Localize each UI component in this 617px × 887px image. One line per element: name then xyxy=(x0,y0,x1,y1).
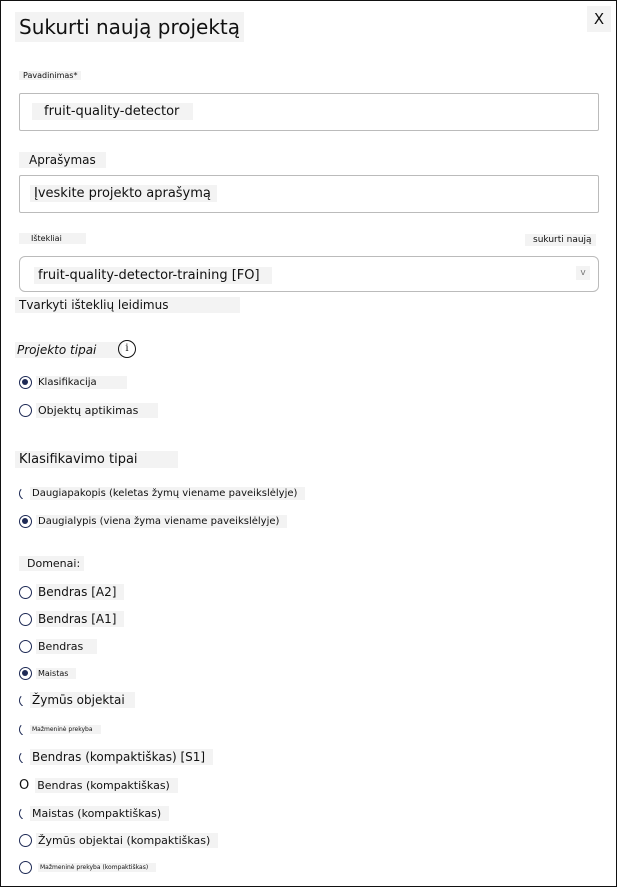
radio-label: Maistas (kompaktiškas) xyxy=(30,805,170,821)
radio-label: Bendras [A1] xyxy=(36,611,125,627)
info-icon[interactable]: i xyxy=(118,340,136,358)
resources-selected-value: fruit-quality-detector-training [FO] xyxy=(34,267,272,284)
radio-label: Mažmeninė prekyba xyxy=(30,724,101,734)
description-label: Aprašymas xyxy=(19,152,106,168)
radio-domain-general-a2[interactable]: Bendras [A2] xyxy=(19,583,125,601)
resources-label: Ištekliai xyxy=(19,233,86,244)
radio-label: Bendras [A2] xyxy=(36,584,125,600)
create-new-resource-link[interactable]: sukurti naują xyxy=(525,234,596,246)
radio-domain-general-compact[interactable]: O Bendras (kompaktiškas) xyxy=(19,776,178,794)
description-placeholder: Įveskite projekto aprašymą xyxy=(30,185,217,202)
radio-button[interactable] xyxy=(19,375,32,389)
manage-resource-permissions-link[interactable]: Tvarkyti išteklių leidimus xyxy=(15,297,241,313)
radio-classification-multiclass[interactable]: Daugialypis (viena žyma viename paveiksl… xyxy=(19,512,288,530)
radio-project-type-object-detection[interactable]: Objektų aptikimas xyxy=(19,401,159,419)
radio-button[interactable] xyxy=(19,750,26,764)
radio-button[interactable] xyxy=(19,585,32,599)
radio-domain-food-compact[interactable]: Maistas (kompaktiškas) xyxy=(19,804,170,822)
radio-button[interactable] xyxy=(19,486,26,500)
radio-label: Mažmeninė prekyba (kompaktiškas) xyxy=(38,862,157,872)
name-input[interactable]: fruit-quality-detector xyxy=(19,93,599,131)
radio-domain-landmarks-compact[interactable]: Žymūs objektai (kompaktiškas) xyxy=(19,831,219,849)
radio-label: Daugialypis (viena žyma viename paveiksl… xyxy=(36,514,288,528)
radio-label: Žymūs objektai (kompaktiškas) xyxy=(36,832,219,848)
radio-label: Žymūs objektai xyxy=(30,692,135,708)
project-types-label: Projekto tipai xyxy=(15,342,123,358)
radio-domain-food[interactable]: Maistas xyxy=(19,664,77,682)
domains-label: Domenai: xyxy=(19,556,85,571)
radio-classification-multilabel[interactable]: Daugiapakopis (keletas žymų viename pave… xyxy=(19,484,306,502)
radio-button[interactable] xyxy=(19,860,32,874)
radio-label: Maistas xyxy=(36,667,77,679)
close-icon[interactable]: X xyxy=(587,6,611,32)
radio-project-type-classification[interactable]: Klasifikacija xyxy=(19,373,127,391)
radio-button[interactable] xyxy=(19,806,26,820)
radio-button[interactable] xyxy=(19,833,32,847)
radio-domain-retail-compact[interactable]: Mažmeninė prekyba (kompaktiškas) xyxy=(19,858,157,876)
radio-domain-retail[interactable]: Mažmeninė prekyba xyxy=(19,720,101,738)
radio-button[interactable] xyxy=(19,722,26,736)
radio-button[interactable] xyxy=(19,612,32,626)
radio-domain-general-a1[interactable]: Bendras [A1] xyxy=(19,610,125,628)
radio-label: Bendras (kompaktiškas) [S1] xyxy=(30,749,214,765)
name-label: Pavadinimas* xyxy=(19,71,82,80)
radio-button[interactable] xyxy=(19,514,32,528)
name-input-value: fruit-quality-detector xyxy=(32,103,194,120)
radio-label: Bendras xyxy=(36,638,98,654)
radio-label: Klasifikacija xyxy=(36,375,127,389)
radio-button[interactable] xyxy=(19,639,32,653)
radio-domain-landmarks[interactable]: Žymūs objektai xyxy=(19,691,135,709)
radio-button[interactable] xyxy=(19,403,32,417)
radio-button[interactable]: O xyxy=(19,778,30,792)
radio-label: Daugiapakopis (keletas žymų viename pave… xyxy=(30,486,306,500)
radio-domain-general[interactable]: Bendras xyxy=(19,637,98,655)
radio-label: Bendras (kompaktiškas) xyxy=(35,777,178,793)
classification-types-label: Klasifikavimo tipai xyxy=(15,451,178,468)
resources-select[interactable]: fruit-quality-detector-training [FO] v xyxy=(19,256,599,292)
create-project-dialog: Sukurti naują projektą X Pavadinimas* fr… xyxy=(0,0,617,887)
dialog-title: Sukurti naują projektą xyxy=(15,12,245,42)
chevron-down-icon: v xyxy=(576,266,590,280)
radio-button[interactable] xyxy=(19,693,26,707)
radio-label: Objektų aptikimas xyxy=(36,402,159,418)
radio-button[interactable] xyxy=(19,666,32,680)
description-input[interactable]: Įveskite projekto aprašymą xyxy=(19,175,599,213)
radio-domain-general-compact-s1[interactable]: Bendras (kompaktiškas) [S1] xyxy=(19,748,214,766)
